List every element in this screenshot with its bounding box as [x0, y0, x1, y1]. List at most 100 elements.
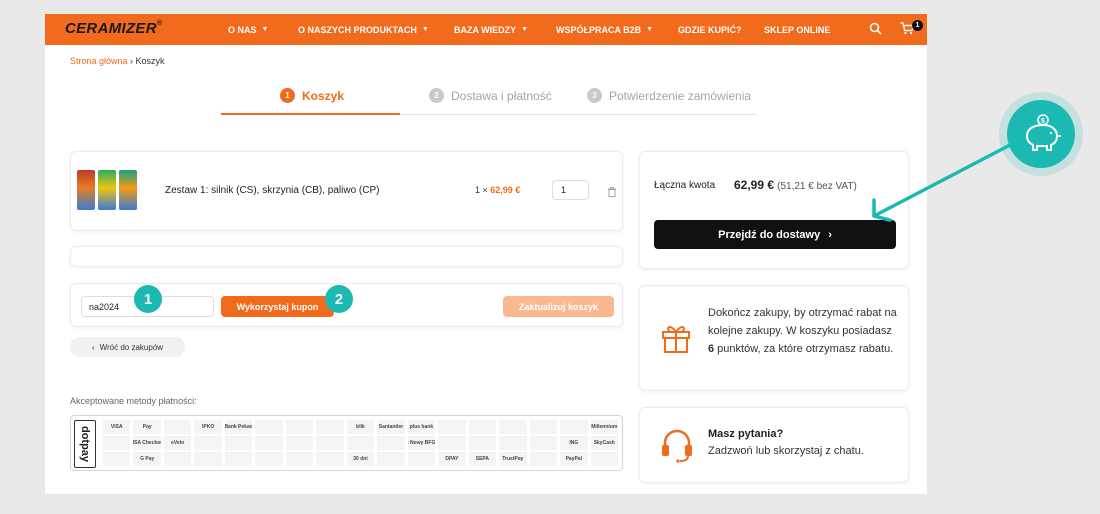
gift-icon [660, 322, 692, 359]
payment-logo [499, 420, 527, 434]
nav-item-knowledge-base[interactable]: BAZA WIEDZY ▼ [454, 14, 528, 45]
help-title: Masz pytania? [708, 428, 784, 440]
payment-logo [377, 436, 405, 450]
reward-text-before: Dokończ zakupy, by otrzymać rabat na kol… [708, 307, 897, 337]
dotpay-text: dotpay [79, 425, 91, 463]
step-number: 3 [587, 88, 602, 103]
payment-logo [590, 452, 618, 466]
payment-logo: G Pay [133, 452, 161, 466]
payment-logo [377, 452, 405, 466]
nav-item-where-to-buy[interactable]: GDZIE KUPIĆ? [678, 14, 742, 45]
total-value: 62,99 € (51,21 € bez VAT) [734, 178, 857, 192]
nav-label: O NAS [228, 24, 257, 35]
help-text: Zadzwoń lub skorzystaj z chatu. [708, 445, 864, 457]
nav-item-o-nas[interactable]: O NAS ▼ [228, 14, 268, 45]
total-net: (51,21 € bez VAT) [777, 181, 857, 192]
payment-logo: VISA [103, 420, 131, 434]
payment-logo: DPAY [438, 452, 466, 466]
payment-logo: IPKO [194, 420, 222, 434]
price-qty-prefix: 1 × [475, 185, 488, 195]
payment-logo: ING [560, 436, 588, 450]
payment-logo [316, 436, 344, 450]
logo-text: CERAMIZER [65, 20, 157, 37]
quantity-input[interactable] [552, 180, 589, 200]
payment-logo [529, 452, 558, 466]
empty-card [70, 246, 623, 267]
payment-logo [163, 420, 192, 434]
headset-icon [660, 427, 694, 468]
trash-icon[interactable] [608, 184, 616, 202]
product-image [77, 170, 137, 210]
annotation-marker-2: 2 [325, 285, 353, 313]
total-label: Łączna kwota [654, 180, 716, 191]
payment-logo [407, 452, 436, 466]
back-label: Wróć do zakupów [99, 342, 164, 352]
payment-logo: SkyCash [590, 436, 618, 450]
annotation-arrow [872, 143, 1012, 222]
payment-logo-grid: VISA Pay IPKO Bank Pekao blik Santander plus b… [103, 420, 618, 466]
nav-item-online-shop[interactable]: SKLEP ONLINE [764, 14, 830, 45]
step-number: 2 [429, 88, 444, 103]
payment-logo: VISA Checkout [133, 436, 161, 450]
steps-progress-active [221, 113, 400, 115]
reward-text-after: punktów, za które otrzymasz rabatu. [714, 343, 894, 355]
payment-logo: blik [346, 420, 375, 434]
breadcrumb-home-link[interactable]: Strona główna [70, 56, 128, 66]
payment-logo [499, 436, 527, 450]
svg-text:$: $ [1041, 118, 1045, 125]
payment-logo [103, 452, 131, 466]
payment-logo [438, 420, 466, 434]
step-confirmation: 3 Potwierdzenie zamówienia [587, 88, 751, 103]
step-label: Dostawa i płatność [451, 88, 552, 103]
nav-label: WSPÓŁPRACA B2B [556, 24, 642, 35]
breadcrumb-current: Koszyk [135, 56, 165, 66]
payment-logo: TrustPay [499, 452, 527, 466]
chevron-down-icon: ▼ [261, 26, 269, 33]
payment-logo [468, 420, 497, 434]
search-icon[interactable] [869, 22, 882, 40]
payment-logo [285, 420, 314, 434]
payment-logo [194, 452, 222, 466]
breadcrumb: Strona główna › Koszyk [70, 56, 165, 66]
payment-methods-box: dotpay VISA Pay IPKO Bank Pekao blik Santande… [70, 415, 623, 471]
logo-registered-mark: ® [156, 20, 163, 27]
payment-logo: 30 dni [346, 452, 375, 466]
step-delivery: 2 Dostawa i płatność [429, 88, 552, 103]
payment-logo: PayPal [560, 452, 588, 466]
back-to-shopping-button[interactable]: ‹ Wróć do zakupów [70, 337, 185, 357]
nav-item-products[interactable]: O NASZYCH PRODUKTACH ▼ [298, 14, 429, 45]
payment-logo [103, 436, 131, 450]
product-name[interactable]: Zestaw 1: silnik (CS), skrzynia (CB), pa… [165, 185, 379, 196]
apply-coupon-button[interactable]: Wykorzystaj kupon [221, 296, 334, 317]
logo[interactable]: CERAMIZER® [65, 20, 162, 37]
payment-logo [224, 436, 253, 450]
annotation-marker-1: 1 [134, 285, 162, 313]
step-cart: 1 Koszyk [280, 88, 344, 103]
product-price: 1 × 62,99 € [475, 185, 520, 195]
payment-logo: eVelo [163, 436, 192, 450]
nav-label: SKLEP ONLINE [764, 24, 831, 35]
chevron-down-icon: ▼ [521, 26, 529, 33]
nav-item-b2b[interactable]: WSPÓŁPRACA B2B ▼ [556, 14, 653, 45]
payment-logo [163, 452, 192, 466]
payment-logo [438, 436, 466, 450]
payment-logo [194, 436, 222, 450]
update-cart-button[interactable]: Zaktualizuj koszyk [503, 296, 614, 317]
step-label: Potwierdzenie zamówienia [609, 88, 752, 103]
payment-logo [255, 420, 283, 434]
payment-logo: plus bank [407, 420, 436, 434]
cart-item-row: Zestaw 1: silnik (CS), skrzynia (CB), pa… [70, 151, 623, 231]
payment-logo [560, 420, 588, 434]
chevron-left-icon: ‹ [91, 342, 95, 352]
step-number: 1 [280, 88, 295, 103]
payment-logo [468, 436, 497, 450]
payment-logo [224, 452, 253, 466]
payment-logo [316, 452, 344, 466]
reward-points-card: Dokończ zakupy, by otrzymać rabat na kol… [639, 285, 909, 391]
nav-label: GDZIE KUPIĆ? [678, 24, 742, 35]
payment-logo [529, 436, 558, 450]
payment-logo: Santander [377, 420, 405, 434]
payment-methods-label: Akceptowane metody płatności: [70, 396, 197, 406]
payment-logo: Bank Pekao [224, 420, 253, 434]
chevron-down-icon: ▼ [646, 26, 654, 33]
